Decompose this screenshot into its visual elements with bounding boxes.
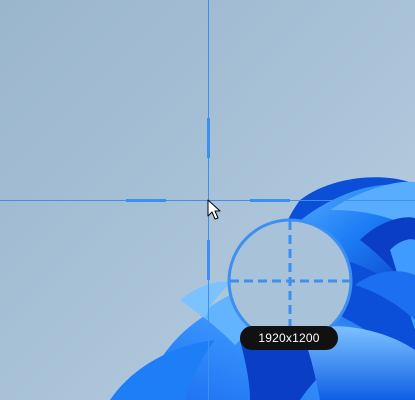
- desktop-screen: 1920x1200: [0, 0, 415, 400]
- resolution-badge: 1920x1200: [240, 326, 338, 350]
- magnifier-loupe-icon: [227, 218, 353, 344]
- capture-overlay[interactable]: [0, 0, 415, 400]
- mouse-pointer-arrow-icon: [207, 199, 221, 220]
